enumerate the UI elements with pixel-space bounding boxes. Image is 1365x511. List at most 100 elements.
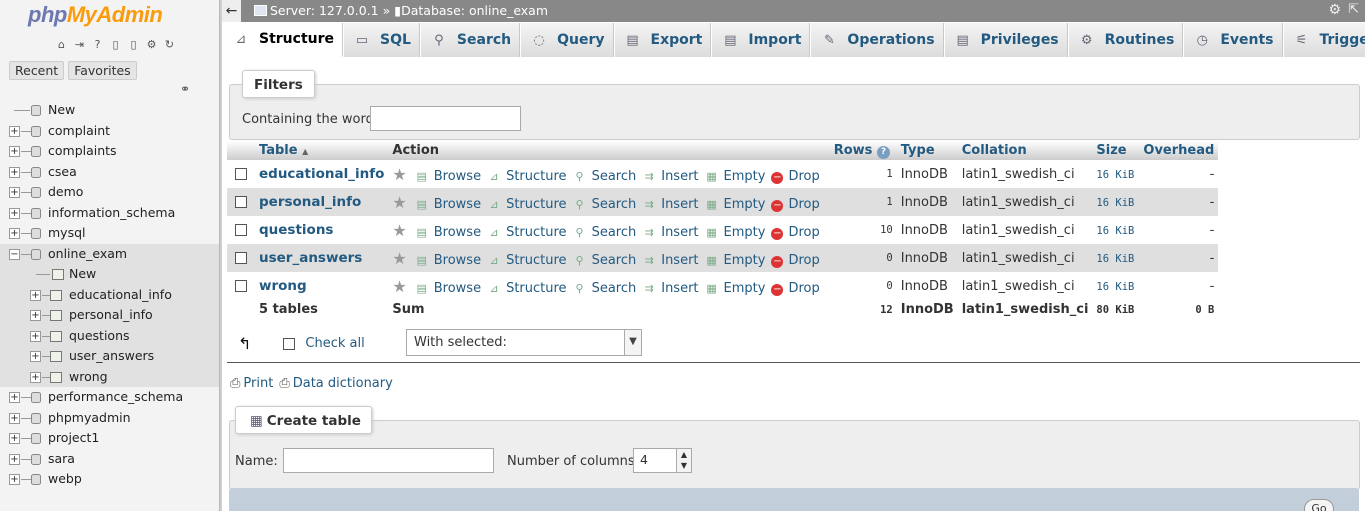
tree-label[interactable]: wrong — [69, 367, 108, 388]
table-name-link[interactable]: wrong — [259, 278, 307, 294]
tree-db-project1[interactable]: + project1 — [0, 428, 219, 449]
tab-export[interactable]: ▤ Export — [613, 23, 712, 57]
tree-label[interactable]: New — [69, 264, 96, 285]
browse-action[interactable]: ▤ Browse — [415, 253, 482, 268]
recent-tab[interactable]: Recent — [9, 61, 65, 80]
tree-label[interactable]: educational_info — [69, 285, 172, 306]
favorite-star-icon[interactable]: ★ — [392, 221, 406, 240]
expand-icon[interactable]: + — [9, 453, 20, 465]
insert-action[interactable]: ⇉ Insert — [642, 253, 699, 268]
drop-action[interactable]: − Drop — [771, 253, 820, 268]
row-checkbox[interactable] — [235, 196, 247, 208]
table-name-input[interactable] — [283, 448, 494, 473]
expand-icon[interactable]: + — [9, 412, 20, 424]
tree-db-complaint[interactable]: + complaint — [0, 121, 219, 142]
table-name-link[interactable]: personal_info — [259, 194, 361, 210]
expand-icon[interactable]: + — [9, 166, 20, 178]
empty-action[interactable]: ▦ Empty — [705, 169, 765, 184]
favorite-star-icon[interactable]: ★ — [392, 193, 406, 212]
tree-label[interactable]: csea — [48, 162, 77, 183]
row-checkbox[interactable] — [235, 280, 247, 292]
tree-label[interactable]: project1 — [48, 428, 99, 449]
data-dictionary-link[interactable]: ⎙ Data dictionary — [279, 376, 393, 391]
insert-action[interactable]: ⇉ Insert — [642, 169, 699, 184]
search-action[interactable]: ⚲ Search — [573, 197, 637, 212]
size-link[interactable]: 16 KiB — [1096, 169, 1134, 181]
tab-triggers[interactable]: ⚟ Triggers — [1282, 23, 1365, 57]
empty-action[interactable]: ▦ Empty — [705, 281, 765, 296]
favorite-star-icon[interactable]: ★ — [392, 277, 406, 296]
browse-action[interactable]: ▤ Browse — [415, 169, 482, 184]
tree-label[interactable]: sara — [48, 449, 75, 470]
insert-action[interactable]: ⇉ Insert — [642, 197, 699, 212]
tree-db-demo[interactable]: + demo — [0, 182, 219, 203]
tab-operations[interactable]: ✎ Operations — [810, 23, 944, 57]
tree-db-complaints[interactable]: + complaints — [0, 141, 219, 162]
tree-db-performance_schema[interactable]: + performance_schema — [0, 387, 219, 408]
logout-icon[interactable]: ⇥ — [72, 38, 87, 52]
tree-new-database[interactable]: New — [0, 100, 219, 121]
table-name-link[interactable]: educational_info — [259, 166, 384, 182]
collapse-icon[interactable]: ⇱ — [1348, 2, 1359, 17]
header-rows[interactable]: Rows ? — [829, 141, 897, 160]
search-action[interactable]: ⚲ Search — [573, 253, 637, 268]
header-table[interactable]: Table ▲ — [255, 141, 389, 160]
tab-structure[interactable]: ⊿ Structure — [222, 23, 344, 57]
expand-icon[interactable]: + — [30, 371, 41, 383]
expand-icon[interactable]: + — [9, 392, 20, 403]
insert-action[interactable]: ⇉ Insert — [642, 225, 699, 240]
expand-icon[interactable]: + — [9, 433, 20, 444]
size-link[interactable]: 16 KiB — [1096, 197, 1134, 209]
tab-search[interactable]: ⚲ Search — [419, 23, 521, 57]
drop-action[interactable]: − Drop — [771, 225, 820, 240]
header-type[interactable]: Type — [896, 141, 958, 160]
search-action[interactable]: ⚲ Search — [573, 281, 637, 296]
stepper-icon[interactable]: ▲ ▼ — [676, 449, 691, 472]
expand-icon[interactable]: + — [9, 125, 20, 137]
favorite-star-icon[interactable]: ★ — [392, 249, 406, 268]
expand-icon[interactable]: + — [30, 330, 41, 342]
tab-routines[interactable]: ⚙ Routines — [1067, 23, 1184, 57]
help-icon[interactable]: ? — [876, 145, 890, 159]
link-icon[interactable]: ⚭ — [180, 82, 190, 96]
empty-action[interactable]: ▦ Empty — [705, 253, 765, 268]
expand-icon[interactable]: + — [30, 289, 41, 301]
go-button[interactable]: Go — [1304, 499, 1334, 511]
expand-icon[interactable]: + — [30, 351, 41, 362]
tree-label[interactable]: mysql — [48, 223, 86, 244]
favorites-tab[interactable]: Favorites — [68, 61, 137, 80]
row-checkbox[interactable] — [235, 252, 247, 264]
search-action[interactable]: ⚲ Search — [573, 169, 637, 184]
structure-action[interactable]: ⊿ Structure — [487, 197, 566, 212]
breadcrumb-database[interactable]: Database: online_exam — [401, 3, 548, 18]
row-checkbox[interactable] — [235, 168, 247, 180]
docs-icon[interactable]: ▯ — [108, 38, 123, 52]
phpmyadmin-logo[interactable]: phpMyAdmin — [28, 2, 163, 28]
size-link[interactable]: 16 KiB — [1096, 253, 1134, 265]
tree-db-mysql[interactable]: + mysql — [0, 223, 219, 244]
empty-action[interactable]: ▦ Empty — [705, 225, 765, 240]
tree-label[interactable]: questions — [69, 326, 130, 347]
expand-icon[interactable]: + — [9, 228, 20, 239]
insert-action[interactable]: ⇉ Insert — [642, 281, 699, 296]
structure-action[interactable]: ⊿ Structure — [487, 225, 566, 240]
expand-icon[interactable]: + — [9, 187, 20, 198]
tree-label[interactable]: phpmyadmin — [48, 408, 131, 429]
size-link[interactable]: 16 KiB — [1096, 281, 1134, 293]
browse-action[interactable]: ▤ Browse — [415, 281, 482, 296]
tree-table-questions[interactable]: + questions — [0, 325, 219, 347]
header-collation[interactable]: Collation — [957, 141, 1093, 160]
collapse-icon[interactable]: − — [9, 248, 20, 260]
tree-label[interactable]: information_schema — [48, 203, 175, 224]
tree-label[interactable]: complaints — [48, 141, 117, 162]
tree-label[interactable]: performance_schema — [48, 387, 183, 408]
header-overhead[interactable]: Overhead — [1139, 141, 1219, 160]
row-checkbox[interactable] — [235, 224, 247, 236]
print-link[interactable]: ⎙ Print — [230, 376, 273, 391]
tree-table-wrong[interactable]: + wrong — [0, 366, 219, 388]
check-all-checkbox[interactable] — [283, 337, 296, 350]
drop-action[interactable]: − Drop — [771, 281, 820, 296]
tree-table-user_answers[interactable]: + user_answers — [0, 346, 219, 367]
tree-table-personal_info[interactable]: + personal_info — [0, 305, 219, 326]
tab-query[interactable]: ◌ Query — [520, 23, 614, 57]
